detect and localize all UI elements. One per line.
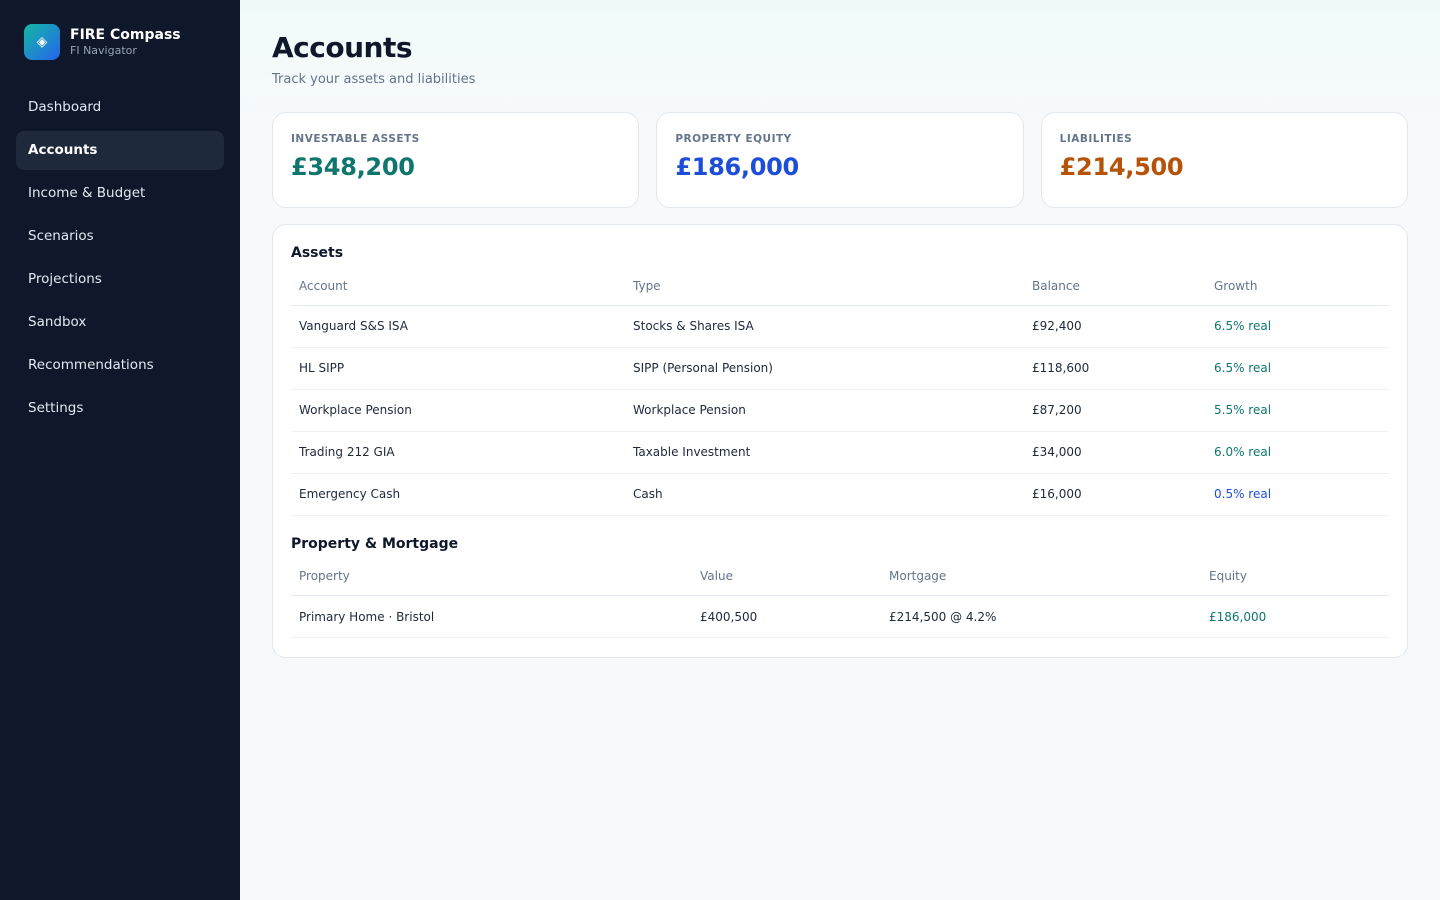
property-equity: £186,000 (1201, 595, 1389, 638)
page-subtitle: Track your assets and liabilities (272, 72, 476, 87)
summary-cards: INVESTABLE ASSETS £348,200 PROPERTY EQUI… (272, 112, 1408, 208)
account-name: Trading 212 GIA (291, 431, 625, 474)
accounts-panel: Assets Account Type Balance Growth Vangu… (272, 224, 1408, 658)
account-growth: 6.5% real (1206, 347, 1389, 390)
account-balance: £92,400 (1024, 305, 1206, 348)
diamond-icon: ◈ (24, 24, 60, 60)
summary-card-liabilities: LIABILITIES £214,500 (1040, 112, 1408, 208)
table-row[interactable]: Primary Home · Bristol £400,500 £214,500… (291, 595, 1389, 638)
account-name: Workplace Pension (291, 389, 625, 432)
sidebar-item-sandbox[interactable]: Sandbox (16, 303, 224, 342)
table-row[interactable]: Workplace Pension Workplace Pension £87,… (291, 389, 1389, 432)
brand-subtitle: FI Navigator (70, 44, 137, 57)
account-balance: £118,600 (1024, 347, 1206, 390)
card-value: £186,000 (675, 153, 799, 181)
property-name: Primary Home · Bristol (291, 595, 692, 638)
account-growth: 6.5% real (1206, 305, 1389, 348)
table-row[interactable]: Vanguard S&S ISA Stocks & Shares ISA £92… (291, 305, 1389, 348)
account-name: Emergency Cash (291, 473, 625, 516)
brand: ◈ FIRE Compass FI Navigator (16, 24, 224, 60)
account-balance: £87,200 (1024, 389, 1206, 432)
account-type: Taxable Investment (625, 431, 1024, 474)
account-growth: 5.5% real (1206, 389, 1389, 432)
column-header-growth[interactable]: Growth (1206, 277, 1389, 306)
column-header-value[interactable]: Value (692, 567, 881, 596)
card-label: PROPERTY EQUITY (675, 133, 792, 145)
account-type: Cash (625, 473, 1024, 516)
property-section-title: Property & Mortgage (291, 535, 459, 552)
column-header-balance[interactable]: Balance (1024, 277, 1206, 306)
account-balance: £34,000 (1024, 431, 1206, 474)
sidebar-item-projections[interactable]: Projections (16, 260, 224, 299)
page-title: Accounts (272, 31, 413, 64)
column-header-mortgage[interactable]: Mortgage (881, 567, 1201, 596)
sidebar: ◈ FIRE Compass FI Navigator Dashboard Ac… (0, 0, 240, 900)
account-balance: £16,000 (1024, 473, 1206, 516)
account-name: HL SIPP (291, 347, 625, 390)
sidebar-nav: Dashboard Accounts Income & Budget Scena… (16, 88, 224, 428)
account-growth: 6.0% real (1206, 431, 1389, 474)
sidebar-item-scenarios[interactable]: Scenarios (16, 217, 224, 256)
brand-title: FIRE Compass (70, 27, 181, 43)
column-header-property[interactable]: Property (291, 567, 692, 596)
sidebar-item-dashboard[interactable]: Dashboard (16, 88, 224, 127)
account-type: Workplace Pension (625, 389, 1024, 432)
column-header-account[interactable]: Account (291, 277, 625, 306)
property-table: Property Value Mortgage Equity Primary H… (291, 567, 1389, 638)
card-label: LIABILITIES (1059, 133, 1133, 145)
assets-section-title: Assets (291, 245, 344, 261)
account-growth: 0.5% real (1206, 473, 1389, 516)
card-value: £348,200 (291, 153, 415, 181)
sidebar-item-income-budget[interactable]: Income & Budget (16, 174, 224, 213)
account-type: SIPP (Personal Pension) (625, 347, 1024, 390)
sidebar-item-recommendations[interactable]: Recommendations (16, 346, 224, 385)
summary-card-property-equity: PROPERTY EQUITY £186,000 (656, 112, 1024, 208)
card-label: INVESTABLE ASSETS (291, 133, 420, 145)
summary-card-investable-assets: INVESTABLE ASSETS £348,200 (272, 112, 640, 208)
main-content: Accounts Track your assets and liabiliti… (240, 0, 1440, 900)
table-header-row: Property Value Mortgage Equity (291, 567, 1389, 596)
assets-table: Account Type Balance Growth Vanguard S&S… (291, 277, 1389, 516)
table-row[interactable]: Trading 212 GIA Taxable Investment £34,0… (291, 431, 1389, 474)
account-type: Stocks & Shares ISA (625, 305, 1024, 348)
sidebar-item-settings[interactable]: Settings (16, 389, 224, 428)
account-name: Vanguard S&S ISA (291, 305, 625, 348)
sidebar-item-accounts[interactable]: Accounts (16, 131, 224, 170)
column-header-equity[interactable]: Equity (1201, 567, 1389, 596)
table-header-row: Account Type Balance Growth (291, 277, 1389, 306)
column-header-type[interactable]: Type (625, 277, 1024, 306)
card-value: £214,500 (1059, 153, 1184, 181)
property-mortgage: £214,500 @ 4.2% (881, 595, 1201, 638)
table-row[interactable]: HL SIPP SIPP (Personal Pension) £118,600… (291, 347, 1389, 390)
property-value: £400,500 (692, 595, 881, 638)
table-row[interactable]: Emergency Cash Cash £16,000 0.5% real (291, 473, 1389, 516)
